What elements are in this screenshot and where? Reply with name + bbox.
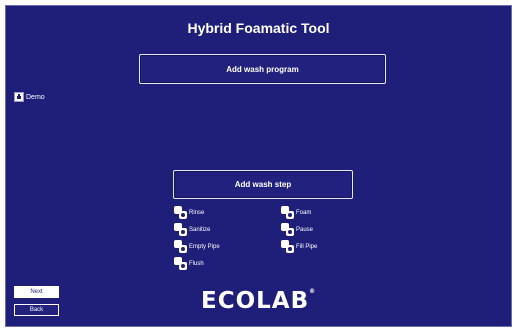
- step-label: Foam: [296, 209, 312, 216]
- step-label: Pause: [296, 226, 314, 233]
- program-item-label: Demo: [26, 93, 45, 101]
- step-foam[interactable]: Foam: [281, 206, 311, 219]
- page-title: Hybrid Foamatic Tool: [187, 20, 330, 36]
- app-screen: Hybrid Foamatic Tool Add wash program De…: [5, 5, 512, 327]
- step-sanitize[interactable]: Sanitize: [174, 223, 210, 236]
- step-label: Flush: [189, 260, 204, 267]
- rinse-step-icon: [174, 206, 187, 219]
- back-button[interactable]: Back: [14, 304, 59, 316]
- sanitize-step-icon: [174, 223, 187, 236]
- step-label: Empty Pipe: [189, 243, 220, 250]
- step-rinse[interactable]: Rinse: [174, 206, 204, 219]
- registered-mark: ®: [309, 288, 317, 295]
- step-label: Sanitize: [189, 226, 211, 233]
- ecolab-logo: ECOLAB®: [201, 288, 316, 314]
- step-label: Rinse: [189, 209, 205, 216]
- fill-pipe-step-icon: [281, 240, 294, 253]
- next-button[interactable]: Next: [14, 286, 59, 298]
- step-empty-pipe[interactable]: Empty Pipe: [174, 240, 220, 253]
- logo-text: ECOLAB: [201, 288, 310, 314]
- step-fill-pipe[interactable]: Fill Pipe: [281, 240, 317, 253]
- program-item-demo[interactable]: Demo: [14, 92, 45, 102]
- add-wash-program-button[interactable]: Add wash program: [139, 54, 386, 84]
- program-icon: [14, 92, 24, 102]
- step-pause[interactable]: Pause: [281, 223, 313, 236]
- foam-step-icon: [281, 206, 294, 219]
- add-wash-step-button[interactable]: Add wash step: [173, 170, 353, 199]
- step-label: Fill Pipe: [296, 243, 318, 250]
- step-flush[interactable]: Flush: [174, 257, 204, 270]
- pause-step-icon: [281, 223, 294, 236]
- empty-pipe-step-icon: [174, 240, 187, 253]
- flush-step-icon: [174, 257, 187, 270]
